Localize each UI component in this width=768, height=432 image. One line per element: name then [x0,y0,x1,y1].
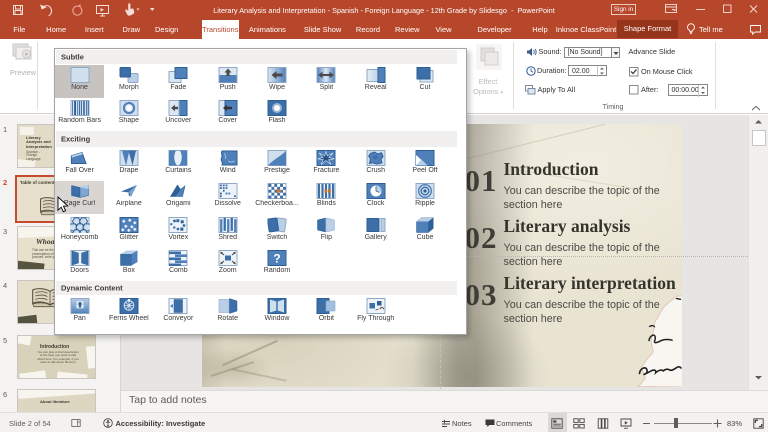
svg-text:?: ? [273,252,280,266]
